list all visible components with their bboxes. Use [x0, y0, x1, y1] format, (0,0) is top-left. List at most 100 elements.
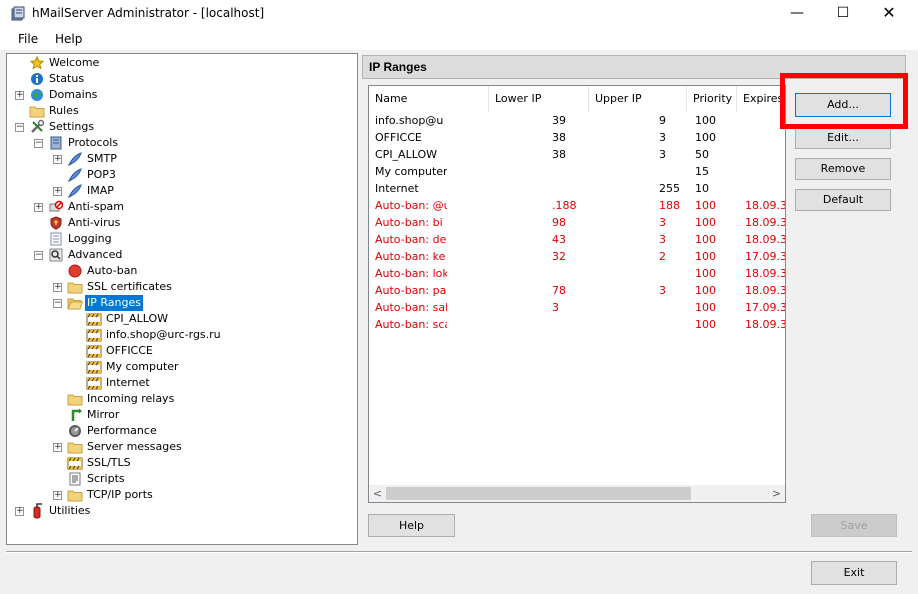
save-button[interactable]: Save: [811, 514, 897, 537]
maximize-button[interactable]: ☐: [820, 0, 866, 28]
no-spam-icon: [48, 199, 64, 215]
tree-item[interactable]: CPI_ALLOW: [7, 311, 357, 327]
table-cell-lower: 38: [552, 131, 566, 144]
scroll-thumb[interactable]: [386, 487, 691, 500]
collapse-icon[interactable]: −: [53, 299, 62, 308]
tree-item[interactable]: Scripts: [7, 471, 357, 487]
table-row[interactable]: My computer 15: [369, 163, 785, 180]
table-cell-name: Auto-ban: lok: [375, 267, 447, 280]
expand-icon[interactable]: +: [53, 187, 62, 196]
table-cell-expires: 18.09.3: [745, 199, 785, 212]
collapse-icon[interactable]: −: [34, 251, 43, 260]
table-row[interactable]: Auto-ban: de 43 3 100 18.09.3: [369, 231, 785, 248]
tree-item[interactable]: + TCP/IP ports: [7, 487, 357, 503]
navigation-tree[interactable]: Welcome Status + Domains Rules − Settings − Prot…: [6, 53, 358, 545]
shield-icon: [48, 215, 64, 231]
column-header[interactable]: Upper IP: [589, 86, 687, 112]
table-cell-name: Auto-ban: scan: [375, 318, 447, 331]
help-button[interactable]: Help: [368, 514, 455, 537]
ip-range-icon: [86, 327, 102, 343]
tree-item[interactable]: − Advanced: [7, 247, 357, 263]
tree-item-label: Mirror: [87, 408, 120, 421]
column-header[interactable]: Name: [369, 86, 489, 112]
table-cell-expires: 18.09.3: [745, 216, 785, 229]
tree-item[interactable]: info.shop@urc-rgs.ru: [7, 327, 357, 343]
tree-item[interactable]: POP3: [7, 167, 357, 183]
table-row[interactable]: Auto-ban: pa 78 3 100 18.09.3: [369, 282, 785, 299]
ip-ranges-list[interactable]: Name Lower IP Upper IP Priority Expires info…: [368, 85, 786, 503]
tree-item-label: Internet: [106, 376, 150, 389]
tree-item-label: Logging: [68, 232, 112, 245]
table-row[interactable]: Auto-ban: lok 100 18.09.3: [369, 265, 785, 282]
tree-item-label: Utilities: [49, 504, 91, 517]
table-cell-priority: 100: [695, 114, 716, 127]
edit-button[interactable]: Edit...: [795, 127, 891, 149]
table-row[interactable]: Auto-ban: sal 3 100 17.09.3: [369, 299, 785, 316]
expand-icon[interactable]: +: [53, 491, 62, 500]
exit-button[interactable]: Exit: [811, 561, 897, 585]
collapse-icon[interactable]: −: [15, 123, 24, 132]
expand-icon[interactable]: +: [53, 155, 62, 164]
tree-item[interactable]: Performance: [7, 423, 357, 439]
menu-file[interactable]: File: [18, 32, 38, 46]
tree-item[interactable]: OFFICCE: [7, 343, 357, 359]
tree-item[interactable]: Status: [7, 71, 357, 87]
tree-item[interactable]: Anti-virus: [7, 215, 357, 231]
tree-item[interactable]: Mirror: [7, 407, 357, 423]
table-cell-upper: 188: [659, 199, 680, 212]
tools-icon: [29, 119, 45, 135]
table-row[interactable]: Auto-ban: ke 32 2 100 17.09.3: [369, 248, 785, 265]
tree-item[interactable]: + IMAP: [7, 183, 357, 199]
expand-icon[interactable]: +: [15, 91, 24, 100]
tree-item-label: IMAP: [87, 184, 114, 197]
remove-button[interactable]: Remove: [795, 158, 891, 180]
tree-item[interactable]: Auto-ban: [7, 263, 357, 279]
folder-open-icon: [67, 295, 83, 311]
column-header[interactable]: Priority: [687, 86, 737, 112]
table-row[interactable]: Auto-ban: scan 100 18.09.3: [369, 316, 785, 333]
tree-item[interactable]: My computer: [7, 359, 357, 375]
column-header[interactable]: Lower IP: [489, 86, 589, 112]
expand-icon[interactable]: +: [34, 203, 43, 212]
scroll-right-icon[interactable]: >: [768, 485, 785, 502]
scroll-left-icon[interactable]: <: [369, 485, 386, 502]
tree-item-label: Anti-spam: [68, 200, 125, 213]
tree-item[interactable]: SSL/TLS: [7, 455, 357, 471]
tree-item[interactable]: + Server messages: [7, 439, 357, 455]
tree-item[interactable]: + Anti-spam: [7, 199, 357, 215]
table-row[interactable]: Auto-ban: @u .188 188 100 18.09.3: [369, 197, 785, 214]
minimize-button[interactable]: —: [774, 0, 820, 28]
expand-icon[interactable]: +: [15, 507, 24, 516]
tree-item[interactable]: + SMTP: [7, 151, 357, 167]
tree-item[interactable]: + SSL certificates: [7, 279, 357, 295]
tree-item[interactable]: − Protocols: [7, 135, 357, 151]
table-cell-priority: 100: [695, 199, 716, 212]
tree-item[interactable]: Rules: [7, 103, 357, 119]
horizontal-scrollbar[interactable]: < >: [369, 485, 785, 502]
table-cell-lower: 39: [552, 114, 566, 127]
tree-item[interactable]: − Settings: [7, 119, 357, 135]
tree-item[interactable]: + Domains: [7, 87, 357, 103]
tree-item[interactable]: − IP Ranges: [7, 295, 357, 311]
table-row[interactable]: CPI_ALLOW 38 3 50: [369, 146, 785, 163]
table-cell-lower: 3: [552, 301, 559, 314]
tree-item[interactable]: Welcome: [7, 55, 357, 71]
default-button[interactable]: Default: [795, 189, 891, 211]
table-row[interactable]: Internet 255 10: [369, 180, 785, 197]
collapse-icon[interactable]: −: [34, 139, 43, 148]
tree-item[interactable]: Incoming relays: [7, 391, 357, 407]
expand-icon[interactable]: +: [53, 283, 62, 292]
folder-icon: [29, 103, 45, 119]
column-header[interactable]: Expires: [737, 86, 785, 112]
close-button[interactable]: ✕: [866, 0, 912, 28]
table-row[interactable]: info.shop@u 39 9 100: [369, 112, 785, 129]
gauge-icon: [67, 423, 83, 439]
expand-icon[interactable]: +: [53, 443, 62, 452]
table-row[interactable]: Auto-ban: bi 98 3 100 18.09.3: [369, 214, 785, 231]
tree-item[interactable]: + Utilities: [7, 503, 357, 519]
tree-item[interactable]: Logging: [7, 231, 357, 247]
ip-range-icon: [86, 311, 102, 327]
table-row[interactable]: OFFICCE 38 3 100: [369, 129, 785, 146]
tree-item[interactable]: Internet: [7, 375, 357, 391]
menu-help[interactable]: Help: [55, 32, 82, 46]
